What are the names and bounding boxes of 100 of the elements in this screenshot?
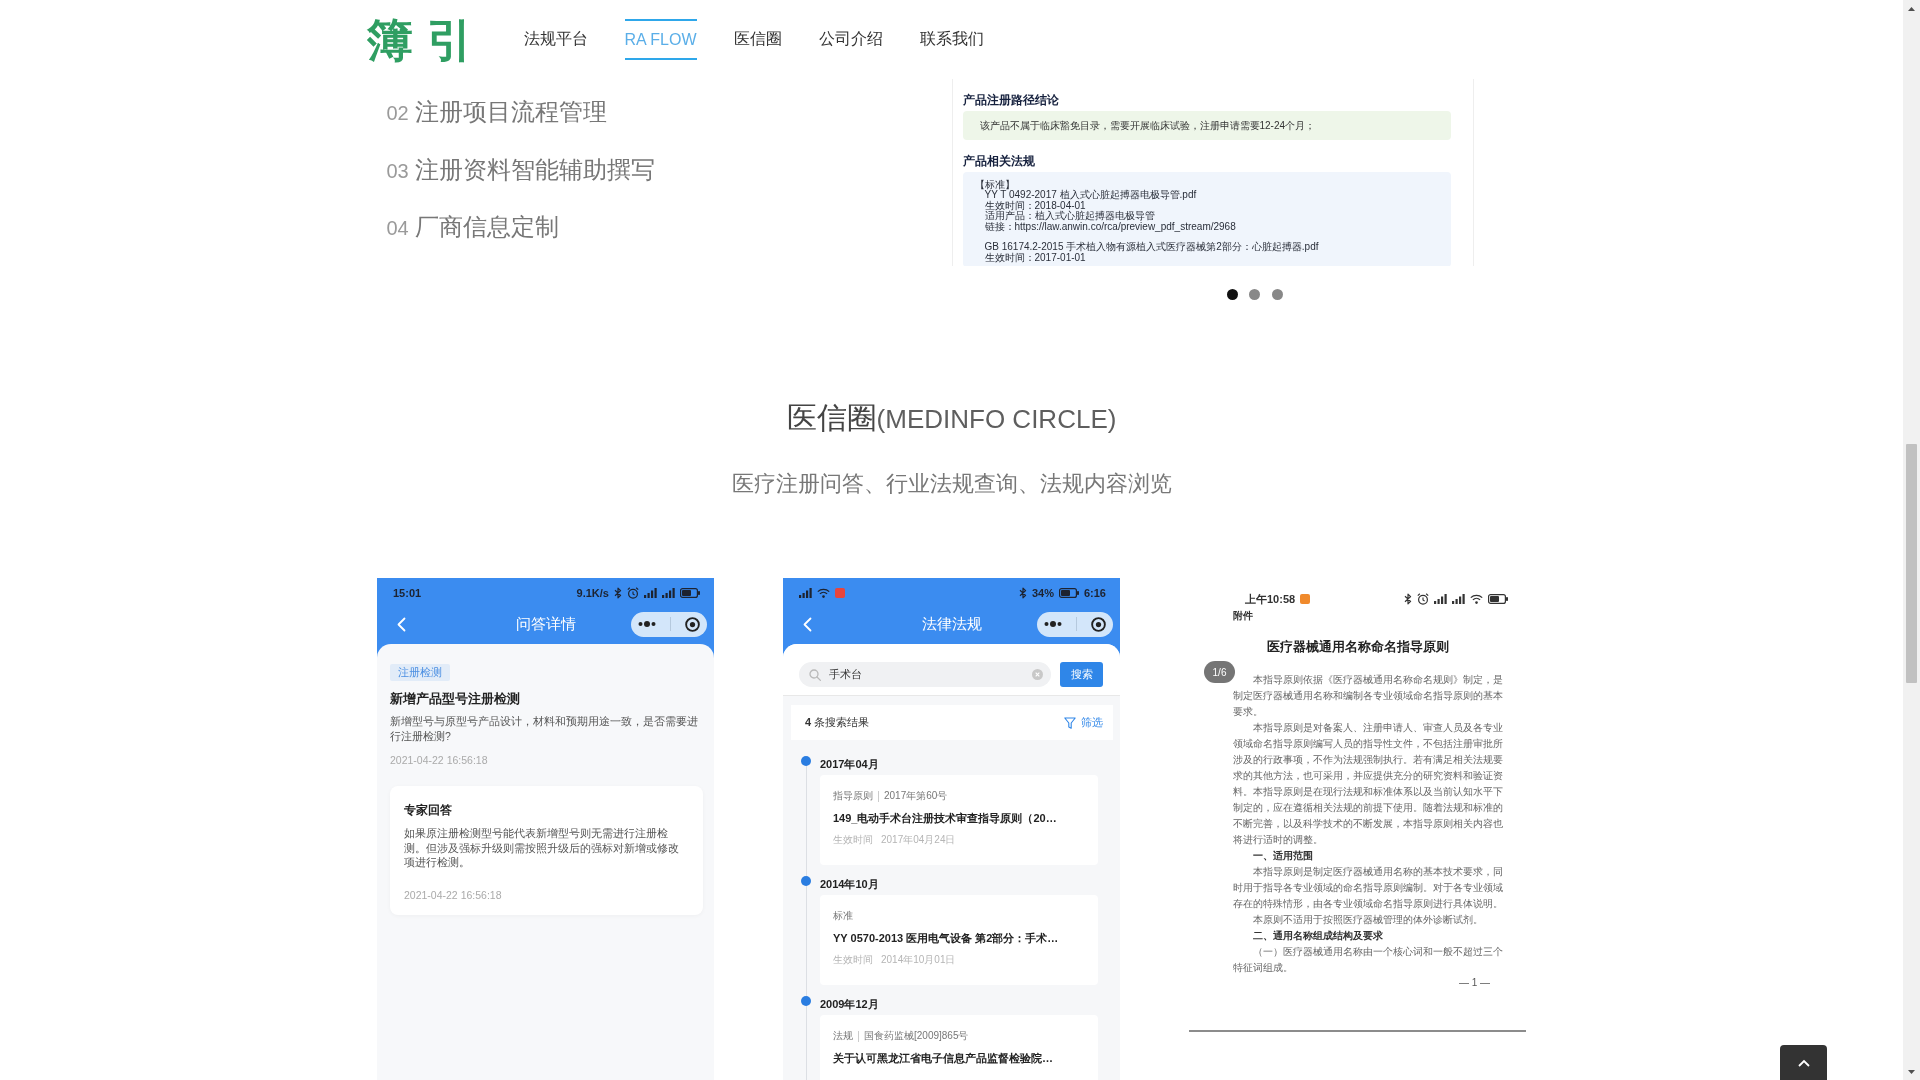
bluetooth-icon: [1018, 587, 1027, 599]
carousel-dot[interactable]: [1249, 289, 1260, 300]
effective-label: 生效时间: [833, 833, 873, 847]
timeline-dot-icon: [801, 756, 811, 766]
section-subtitle: 医疗注册问答、行业法规查询、法规内容浏览: [730, 470, 1173, 498]
regulation-line: 链接：https://law.anwin.co/rca/preview_pdf_stream/2968: [983, 221, 1237, 233]
document-paragraph: 本指导原则是对备案人、注册申请人、审查人员及各专业领域命名指导原则编写人员的指导性文件，不包括注册审批所涉及的行政事项，不作为法规强制执行。若有满足相关法规要求的其他方法，也可采用，并应提供充分的研究资料和验证资料。本指导原则是在现行法规和标准体系以及当前认知水平下制定的，应在遵循相关法规的前提下使用。随着法规和标准的不断完善，以及科学技术的不断发展，本指导原则相关内容也将进行适时的调整。: [1233, 721, 1503, 847]
document-title: YY 0570-2013 医用电气设备 第2部分：手术…: [833, 931, 1060, 946]
nav-link[interactable]: 联系我们: [919, 19, 984, 60]
answer-text: 如果原注册检测型号能代表新增型号则无需进行注册检测。但涉及强标升级则需按照升级后的强标对新增或修改项进行检测。: [404, 826, 680, 870]
question-date: 2021-04-22 16:56:18: [390, 753, 489, 768]
back-icon[interactable]: [803, 616, 812, 632]
search-icon: [809, 668, 821, 681]
result-card[interactable]: 指导原则 2017年第60号 149_电动手术台注册技术审查指导原则（20… 生效时间 2017年04月24日: [820, 775, 1098, 865]
signal-icon: [644, 588, 657, 598]
wifi-icon: [1470, 594, 1483, 604]
document-type: 法规: [833, 1029, 853, 1043]
app-icon: [835, 588, 845, 598]
feature-title: 注册项目流程管理: [414, 97, 607, 127]
battery-icon: [680, 588, 700, 598]
scroll-down-icon[interactable]: [1908, 1069, 1915, 1074]
feature-number: 03: [386, 158, 409, 184]
target-icon[interactable]: [685, 616, 700, 632]
document-type: 标准: [833, 909, 853, 923]
carousel-dot[interactable]: [1226, 289, 1238, 300]
search-field[interactable]: 手术台: [799, 662, 1051, 687]
effective-label: 生效时间: [833, 953, 873, 967]
wifi-icon: [817, 588, 830, 598]
attachment-label: 附件: [1232, 610, 1254, 622]
section-title: 医信圈: [786, 400, 877, 436]
chevron-up-icon[interactable]: [1797, 1058, 1810, 1067]
document-title: 关于认可黑龙江省电子信息产品监督检验院…: [833, 1051, 1054, 1066]
document-number: 2017年第60号: [884, 789, 948, 803]
document-type: 指导原则: [833, 789, 873, 803]
answer-date: 2021-04-22 16:56:18: [404, 887, 503, 903]
report-heading: 产品注册路径结论: [962, 92, 1060, 108]
document-title: 149_电动手术台注册技术审查指导原则（20…: [833, 811, 1058, 826]
alarm-clock-icon: [1417, 593, 1429, 605]
nav-link[interactable]: 医信圈: [733, 19, 782, 60]
result-count: 4 条搜索结果: [805, 715, 870, 730]
filter-button[interactable]: 筛选: [1064, 715, 1103, 730]
document-heading: 二、通用名称组成结构及要求: [1252, 929, 1384, 943]
result-card[interactable]: 标准 YY 0570-2013 医用电气设备 第2部分：手术… 生效时间 2014年10月01日: [820, 895, 1098, 985]
screen-title: 问答详情: [515, 614, 576, 634]
bluetooth-icon: [614, 587, 622, 599]
category-tag: 注册检测: [390, 664, 450, 681]
scroll-up-icon[interactable]: [1908, 6, 1915, 11]
alarm-clock-icon: [627, 587, 639, 599]
status-time: 6:16: [1083, 587, 1106, 599]
document-paragraph: （一）医疗器械通用名称由一个核心词和一般不超过三个特征词组成。: [1233, 945, 1503, 975]
result-card[interactable]: 法规 国食药监械[2009]865号 关于认可黑龙江省电子信息产品监督检验院…: [820, 1015, 1098, 1080]
nav-link[interactable]: 公司介绍: [818, 19, 883, 60]
feature-number: 02: [386, 101, 409, 126]
conclusion-note: 该产品不属于临床豁免目录，需要开展临床试验，注册申请需要12-24个月；: [962, 111, 1451, 140]
question-text: 新增型号与原型号产品设计，材料和预期用途一致，是否需要进行注册检测?: [390, 714, 699, 744]
more-icon[interactable]: [1044, 621, 1062, 627]
app-icon: [1300, 594, 1311, 604]
battery-icon: [1058, 588, 1079, 598]
bluetooth-icon: [1404, 593, 1412, 605]
signal-icon: [799, 588, 812, 598]
section-title-english: (MEDINFO CIRCLE): [876, 403, 1117, 436]
scrollbar-thumb[interactable]: [1906, 444, 1917, 683]
more-icon[interactable]: [638, 621, 656, 627]
effective-date: 2014年10月01日: [881, 953, 956, 967]
document-paragraph: 本指导原则依据《医疗器械通用名称命名规则》制定，是制定医疗器械通用名称和编制各专业领域命名指导原则的基本要求。: [1233, 673, 1503, 719]
regulation-category: 【标准】: [974, 180, 1015, 191]
carousel-dot[interactable]: [1271, 289, 1283, 300]
regulation-line: 适用产品：植入式心脏起搏器电极导管: [983, 211, 1156, 222]
status-time: 15:01: [393, 587, 422, 599]
effective-date: 2017年04月24日: [881, 833, 956, 847]
document-number: 国食药监械[2009]865号: [864, 1029, 969, 1043]
battery-percent: 34%: [1031, 587, 1054, 599]
regulation-line: YY T 0492-2017 植入式心脏起搏器电极导管.pdf: [984, 190, 1198, 201]
status-time: 上午10:58: [1245, 591, 1296, 607]
answer-heading: 专家回答: [404, 802, 453, 819]
timeline-month: 2009年12月: [820, 997, 879, 1012]
timeline-dot-icon: [801, 876, 811, 886]
document-paragraph: 本原则不适用于按照医疗器械管理的体外诊断试剂。: [1252, 913, 1484, 927]
question-title: 新增产品型号注册检测: [390, 691, 521, 708]
network-speed: 9.1K/s: [576, 587, 609, 599]
feature-title: 厂商信息定制: [414, 212, 559, 242]
back-icon[interactable]: [397, 616, 406, 632]
document-heading: 一、适用范围: [1252, 849, 1314, 863]
back-to-top-button[interactable]: [1780, 1045, 1827, 1080]
battery-icon: [1488, 594, 1508, 604]
page-badge: 1/6: [1204, 661, 1235, 683]
regulation-line: 生效时间：2017-01-01: [983, 252, 1086, 264]
target-icon[interactable]: [1091, 616, 1106, 632]
screen-title: 法律法规: [921, 614, 982, 634]
document-title: 医疗器械通用名称命名指导原则: [1265, 639, 1450, 656]
signal-icon: [1434, 594, 1447, 604]
signal-icon: [662, 588, 675, 598]
regulation-line: GB 16174.2-2015 手术植入物有源植入式医疗器械第2部分：心脏起搏器.pdf: [983, 242, 1320, 253]
timeline-month: 2017年04月: [820, 757, 879, 772]
timeline-month: 2014年10月: [820, 877, 879, 892]
document-paragraph: 本指导原则是制定医疗器械通用名称的基本技术要求，同时用于指导各专业领域的命名指导原则编制。对于各专业领域存在的特殊情形，由各专业领域命名指导原则进行具体说明。: [1233, 865, 1503, 911]
nav-link[interactable]: 法规平台: [523, 19, 588, 60]
search-button[interactable]: 搜索: [1060, 662, 1103, 687]
feature-title: 注册资料智能辅助撰写: [414, 154, 655, 185]
report-heading: 产品相关法规: [962, 153, 1036, 169]
